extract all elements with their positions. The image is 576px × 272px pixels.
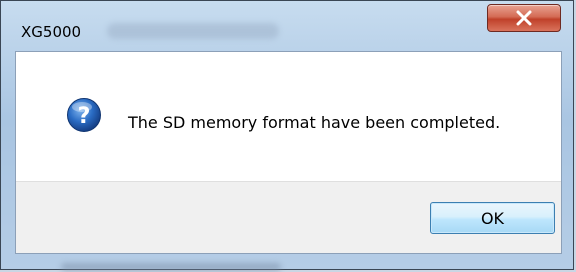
title-bar[interactable]: XG5000 (1, 1, 573, 41)
ok-button[interactable]: OK (430, 202, 555, 234)
dialog-content: ? The SD memory format have been complet… (15, 51, 562, 254)
close-icon (516, 10, 532, 26)
dialog-window: XG5000 ? The SD memory format have been … (0, 0, 574, 271)
window-title: XG5000 (21, 23, 82, 41)
svg-text:?: ? (78, 104, 91, 129)
close-button[interactable] (487, 4, 561, 32)
dialog-footer: OK (16, 181, 561, 253)
question-icon: ? (67, 98, 101, 132)
blurred-title-text (107, 23, 279, 39)
dialog-message: The SD memory format have been completed… (128, 113, 501, 132)
blurred-background-text (61, 263, 281, 271)
